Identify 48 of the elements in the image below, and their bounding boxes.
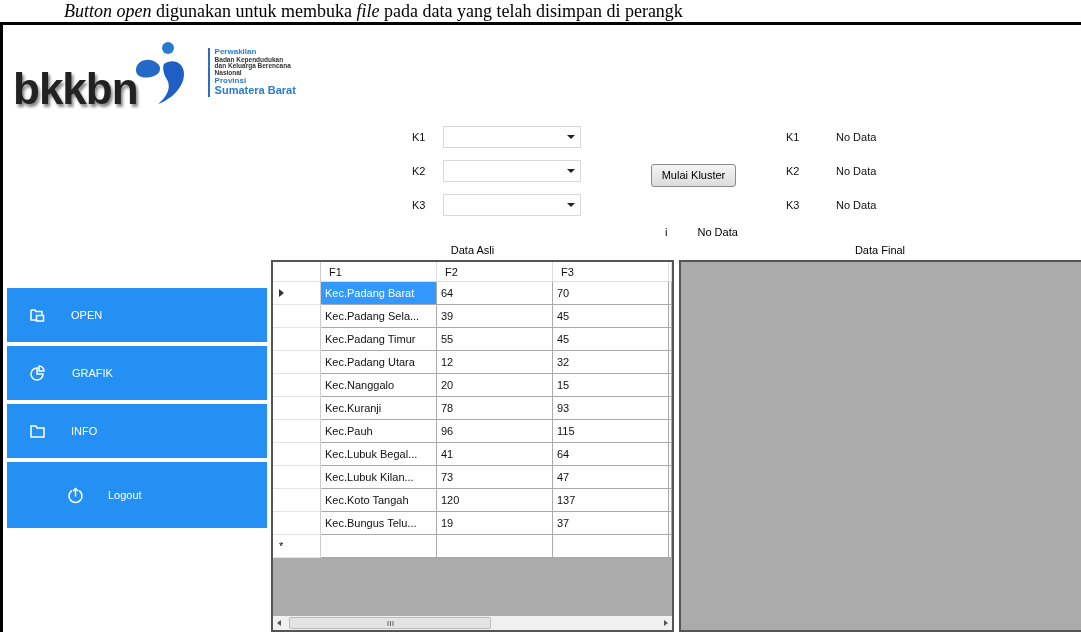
dropdown-caret-icon (567, 135, 575, 139)
logo-wordmark: bkkbn (13, 64, 138, 114)
panel-title: Data Asli (449, 243, 496, 258)
iteration-label: i (665, 226, 668, 238)
result-label: K3 (786, 199, 801, 211)
left-arrow-icon[interactable] (277, 620, 281, 626)
dropdown-caret-icon (567, 203, 575, 207)
row-header[interactable] (273, 443, 321, 466)
row-header[interactable] (273, 282, 321, 305)
row-header[interactable] (273, 512, 321, 535)
row-header[interactable] (273, 466, 321, 489)
document-caption: Button open digunakan untuk membuka file pada data yang telah disimpan di perangk (63, 0, 684, 22)
logo-text: Perwakilan (214, 48, 258, 57)
grip-icon (386, 620, 394, 626)
result-value: No Data (836, 131, 878, 143)
new-row-marker: * (279, 540, 284, 552)
row-header[interactable] (273, 305, 321, 328)
cluster-dropdown[interactable] (443, 160, 581, 182)
logo-text: Sumatera Barat (214, 85, 296, 97)
panel-title: Data Final (853, 243, 907, 258)
row-header[interactable] (273, 351, 321, 374)
start-cluster-button[interactable]: Mulai Kluster (651, 163, 736, 187)
folder-file-icon (30, 307, 45, 323)
cluster-label: K1 (411, 131, 427, 143)
result-value: No Data (836, 165, 878, 177)
table-cell: Kec.Padang Barat (321, 282, 437, 305)
row-header[interactable] (273, 374, 321, 397)
result-label: K2 (786, 165, 801, 177)
logo-text: Provinsi (214, 76, 248, 86)
cluster-label: K2 (411, 165, 427, 177)
row-header[interactable] (273, 328, 321, 351)
row-header[interactable]: * (273, 535, 321, 558)
pie-chart-icon (30, 365, 46, 381)
horizontal-scrollbar[interactable] (273, 616, 672, 630)
row-header[interactable] (273, 397, 321, 420)
result-value: No Data (836, 199, 878, 211)
row-header[interactable] (273, 420, 321, 443)
cluster-dropdown[interactable] (443, 126, 581, 148)
row-header[interactable] (273, 489, 321, 512)
power-icon (67, 486, 84, 504)
dropdown-caret-icon (567, 169, 575, 173)
result-label: K1 (786, 131, 801, 143)
folder-icon (30, 424, 45, 438)
cluster-dropdown[interactable] (443, 194, 581, 216)
iteration-value: No Data (697, 226, 738, 238)
cluster-label: K3 (411, 199, 427, 211)
scroll-thumb[interactable] (289, 617, 491, 629)
right-arrow-icon[interactable] (664, 620, 668, 626)
